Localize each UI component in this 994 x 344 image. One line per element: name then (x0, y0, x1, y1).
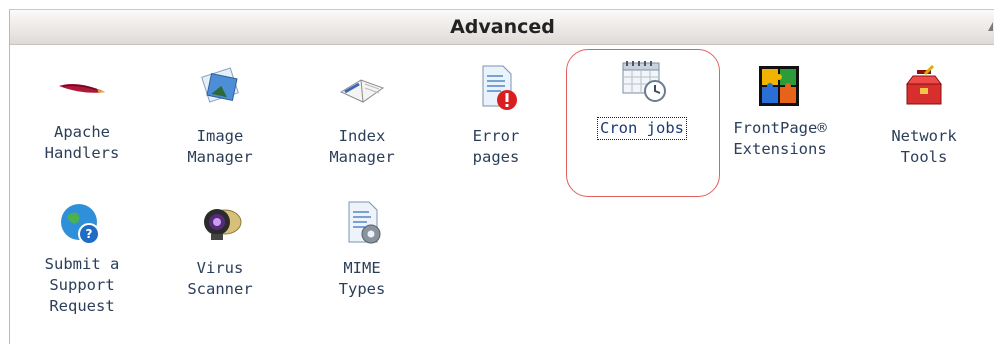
item-label: Virus Scanner (187, 259, 253, 298)
svg-text:?: ? (86, 227, 93, 241)
image-manager-link[interactable]: Image Manager (168, 62, 272, 168)
item-label: Apache Handlers (44, 123, 120, 162)
toolbox-icon (899, 62, 949, 112)
item-label: FrontPage® Extensions (733, 119, 827, 158)
error-pages-link[interactable]: Error pages (444, 62, 548, 168)
cron-calendar-clock-icon (617, 55, 667, 105)
item-label: Network Tools (891, 127, 957, 166)
index-manager-link[interactable]: Index Manager (310, 62, 414, 168)
index-book-icon (337, 62, 387, 112)
section-title: Advanced (450, 16, 555, 38)
support-request-link[interactable]: ? Submit a Support Request (30, 198, 134, 317)
webcam-scanner-icon (195, 198, 245, 248)
apache-handlers-link[interactable]: Apache Handlers (30, 62, 134, 164)
item-label: MIME Types (338, 259, 386, 298)
apache-feather-icon (57, 62, 107, 112)
item-label: Image Manager (187, 127, 253, 166)
frontpage-puzzle-icon (755, 62, 805, 112)
cron-jobs-link[interactable]: Cron jobs (590, 55, 694, 140)
network-tools-link[interactable]: Network Tools (872, 62, 976, 168)
error-page-icon (471, 62, 521, 112)
support-globe-icon: ? (57, 198, 107, 248)
frontpage-extensions-link[interactable]: FrontPage® Extensions (728, 62, 832, 160)
item-label: Index Manager (329, 127, 395, 166)
mime-document-gear-icon (337, 198, 387, 248)
virus-scanner-link[interactable]: Virus Scanner (168, 198, 272, 300)
mime-types-link[interactable]: MIME Types (310, 198, 414, 300)
item-label: Submit a Support Request (44, 255, 120, 315)
image-manager-icon (195, 62, 245, 112)
section-header[interactable]: Advanced (10, 10, 994, 45)
advanced-panel: Advanced (9, 9, 994, 344)
item-label: Error pages (472, 127, 520, 166)
collapse-arrow-icon[interactable] (988, 22, 993, 31)
cron-jobs-label[interactable]: Cron jobs (597, 117, 687, 140)
